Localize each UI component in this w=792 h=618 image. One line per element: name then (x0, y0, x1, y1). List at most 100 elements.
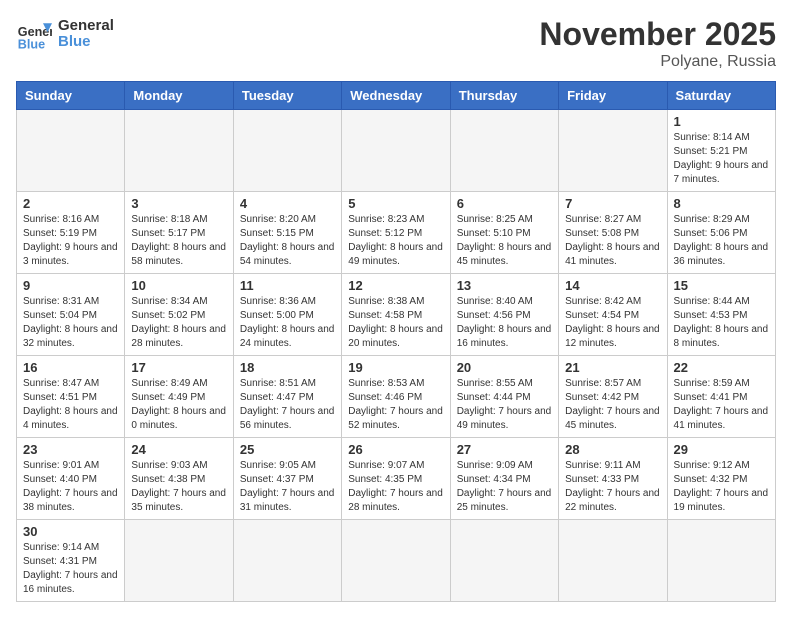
logo-blue-text: Blue (58, 34, 114, 51)
day-number: 23 (23, 442, 118, 457)
day-cell: 6 Sunrise: 8:25 AM Sunset: 5:10 PM Daylig… (450, 192, 558, 274)
day-info: Sunrise: 9:11 AM Sunset: 4:33 PM Dayligh… (565, 459, 660, 515)
day-cell: 9 Sunrise: 8:31 AM Sunset: 5:04 PM Daylig… (17, 274, 125, 356)
week-row-3: 9 Sunrise: 8:31 AM Sunset: 5:04 PM Daylig… (17, 274, 776, 356)
day-cell: 12 Sunrise: 8:38 AM Sunset: 4:58 PM Dayli… (342, 274, 450, 356)
day-cell (559, 520, 667, 602)
day-cell (125, 520, 233, 602)
day-info: Sunrise: 9:01 AM Sunset: 4:40 PM Dayligh… (23, 459, 118, 515)
day-info: Sunrise: 8:42 AM Sunset: 4:54 PM Dayligh… (565, 295, 660, 351)
day-info: Sunrise: 8:31 AM Sunset: 5:04 PM Dayligh… (23, 295, 118, 351)
week-row-4: 16Sunrise: 8:47 AM Sunset: 4:51 PM Dayli… (17, 356, 776, 438)
day-cell: 25 Sunrise: 9:05 AM Sunset: 4:37 PM Dayli… (233, 438, 341, 520)
week-row-6: 30 Sunrise: 9:14 AM Sunset: 4:31 PM Dayli… (17, 520, 776, 602)
day-cell: 5 Sunrise: 8:23 AM Sunset: 5:12 PM Daylig… (342, 192, 450, 274)
day-number: 30 (23, 524, 118, 539)
day-cell (17, 110, 125, 192)
weekday-header-saturday: Saturday (667, 82, 775, 110)
day-number: 12 (348, 278, 443, 293)
day-info: Sunrise: 8:49 AM Sunset: 4:49 PM Dayligh… (131, 377, 226, 433)
day-info: Sunrise: 9:12 AM Sunset: 4:32 PM Dayligh… (674, 459, 769, 515)
day-info: Sunrise: 9:07 AM Sunset: 4:35 PM Dayligh… (348, 459, 443, 515)
weekday-header-friday: Friday (559, 82, 667, 110)
day-cell: 27 Sunrise: 9:09 AM Sunset: 4:34 PM Dayli… (450, 438, 558, 520)
day-number: 2 (23, 196, 118, 211)
day-info: Sunrise: 8:47 AM Sunset: 4:51 PM Dayligh… (23, 377, 118, 433)
day-cell (450, 520, 558, 602)
day-number: 25 (240, 442, 335, 457)
day-cell: 19 Sunrise: 8:53 AM Sunset: 4:46 PM Dayli… (342, 356, 450, 438)
day-cell: 15 Sunrise: 8:44 AM Sunset: 4:53 PM Dayli… (667, 274, 775, 356)
day-number: 27 (457, 442, 552, 457)
day-cell: 23 Sunrise: 9:01 AM Sunset: 4:40 PM Dayli… (17, 438, 125, 520)
day-cell: 13Sunrise: 8:40 AM Sunset: 4:56 PM Dayli… (450, 274, 558, 356)
day-cell: 24 Sunrise: 9:03 AM Sunset: 4:38 PM Dayli… (125, 438, 233, 520)
day-number: 19 (348, 360, 443, 375)
header: General Blue General Blue November 2025 … (16, 16, 776, 71)
calendar-table: SundayMondayTuesdayWednesdayThursdayFrid… (16, 81, 776, 602)
day-number: 15 (674, 278, 769, 293)
day-cell: 22 Sunrise: 8:59 AM Sunset: 4:41 PM Dayli… (667, 356, 775, 438)
day-number: 24 (131, 442, 226, 457)
weekday-header-tuesday: Tuesday (233, 82, 341, 110)
day-info: Sunrise: 8:44 AM Sunset: 4:53 PM Dayligh… (674, 295, 769, 351)
weekday-header-wednesday: Wednesday (342, 82, 450, 110)
day-number: 3 (131, 196, 226, 211)
svg-text:Blue: Blue (18, 37, 45, 51)
day-cell: 16Sunrise: 8:47 AM Sunset: 4:51 PM Dayli… (17, 356, 125, 438)
day-number: 8 (674, 196, 769, 211)
day-cell (342, 520, 450, 602)
day-number: 5 (348, 196, 443, 211)
week-row-1: 1Sunrise: 8:14 AM Sunset: 5:21 PM Daylig… (17, 110, 776, 192)
day-info: Sunrise: 8:53 AM Sunset: 4:46 PM Dayligh… (348, 377, 443, 433)
day-info: Sunrise: 8:36 AM Sunset: 5:00 PM Dayligh… (240, 295, 335, 351)
day-cell: 29 Sunrise: 9:12 AM Sunset: 4:32 PM Dayli… (667, 438, 775, 520)
weekday-header-thursday: Thursday (450, 82, 558, 110)
day-cell: 11 Sunrise: 8:36 AM Sunset: 5:00 PM Dayli… (233, 274, 341, 356)
day-info: Sunrise: 8:27 AM Sunset: 5:08 PM Dayligh… (565, 213, 660, 269)
logo-svg: General Blue (16, 16, 52, 52)
day-info: Sunrise: 9:09 AM Sunset: 4:34 PM Dayligh… (457, 459, 552, 515)
day-info: Sunrise: 8:57 AM Sunset: 4:42 PM Dayligh… (565, 377, 660, 433)
day-info: Sunrise: 8:34 AM Sunset: 5:02 PM Dayligh… (131, 295, 226, 351)
day-cell (233, 520, 341, 602)
title-area: November 2025 Polyane, Russia (539, 16, 776, 71)
day-info: Sunrise: 8:18 AM Sunset: 5:17 PM Dayligh… (131, 213, 226, 269)
day-cell: 17 Sunrise: 8:49 AM Sunset: 4:49 PM Dayli… (125, 356, 233, 438)
day-number: 22 (674, 360, 769, 375)
day-number: 29 (674, 442, 769, 457)
day-cell: 20Sunrise: 8:55 AM Sunset: 4:44 PM Dayli… (450, 356, 558, 438)
day-number: 28 (565, 442, 660, 457)
day-cell: 28 Sunrise: 9:11 AM Sunset: 4:33 PM Dayli… (559, 438, 667, 520)
day-info: Sunrise: 8:51 AM Sunset: 4:47 PM Dayligh… (240, 377, 335, 433)
week-row-5: 23 Sunrise: 9:01 AM Sunset: 4:40 PM Dayli… (17, 438, 776, 520)
day-cell (233, 110, 341, 192)
day-info: Sunrise: 9:14 AM Sunset: 4:31 PM Dayligh… (23, 541, 118, 597)
day-number: 26 (348, 442, 443, 457)
day-cell: 8Sunrise: 8:29 AM Sunset: 5:06 PM Daylig… (667, 192, 775, 274)
day-info: Sunrise: 8:23 AM Sunset: 5:12 PM Dayligh… (348, 213, 443, 269)
day-cell: 21Sunrise: 8:57 AM Sunset: 4:42 PM Dayli… (559, 356, 667, 438)
day-info: Sunrise: 8:25 AM Sunset: 5:10 PM Dayligh… (457, 213, 552, 269)
day-cell: 14 Sunrise: 8:42 AM Sunset: 4:54 PM Dayli… (559, 274, 667, 356)
day-number: 9 (23, 278, 118, 293)
day-number: 10 (131, 278, 226, 293)
day-number: 7 (565, 196, 660, 211)
day-info: Sunrise: 8:38 AM Sunset: 4:58 PM Dayligh… (348, 295, 443, 351)
day-number: 11 (240, 278, 335, 293)
day-info: Sunrise: 8:20 AM Sunset: 5:15 PM Dayligh… (240, 213, 335, 269)
day-number: 14 (565, 278, 660, 293)
day-info: Sunrise: 8:59 AM Sunset: 4:41 PM Dayligh… (674, 377, 769, 433)
day-info: Sunrise: 9:03 AM Sunset: 4:38 PM Dayligh… (131, 459, 226, 515)
weekday-header-sunday: Sunday (17, 82, 125, 110)
day-info: Sunrise: 9:05 AM Sunset: 4:37 PM Dayligh… (240, 459, 335, 515)
location-title: Polyane, Russia (539, 53, 776, 71)
day-cell (125, 110, 233, 192)
day-info: Sunrise: 8:55 AM Sunset: 4:44 PM Dayligh… (457, 377, 552, 433)
day-number: 6 (457, 196, 552, 211)
day-info: Sunrise: 8:40 AM Sunset: 4:56 PM Dayligh… (457, 295, 552, 351)
day-cell: 7 Sunrise: 8:27 AM Sunset: 5:08 PM Daylig… (559, 192, 667, 274)
logo: General Blue General Blue (16, 16, 114, 52)
day-number: 17 (131, 360, 226, 375)
day-cell: 30 Sunrise: 9:14 AM Sunset: 4:31 PM Dayli… (17, 520, 125, 602)
